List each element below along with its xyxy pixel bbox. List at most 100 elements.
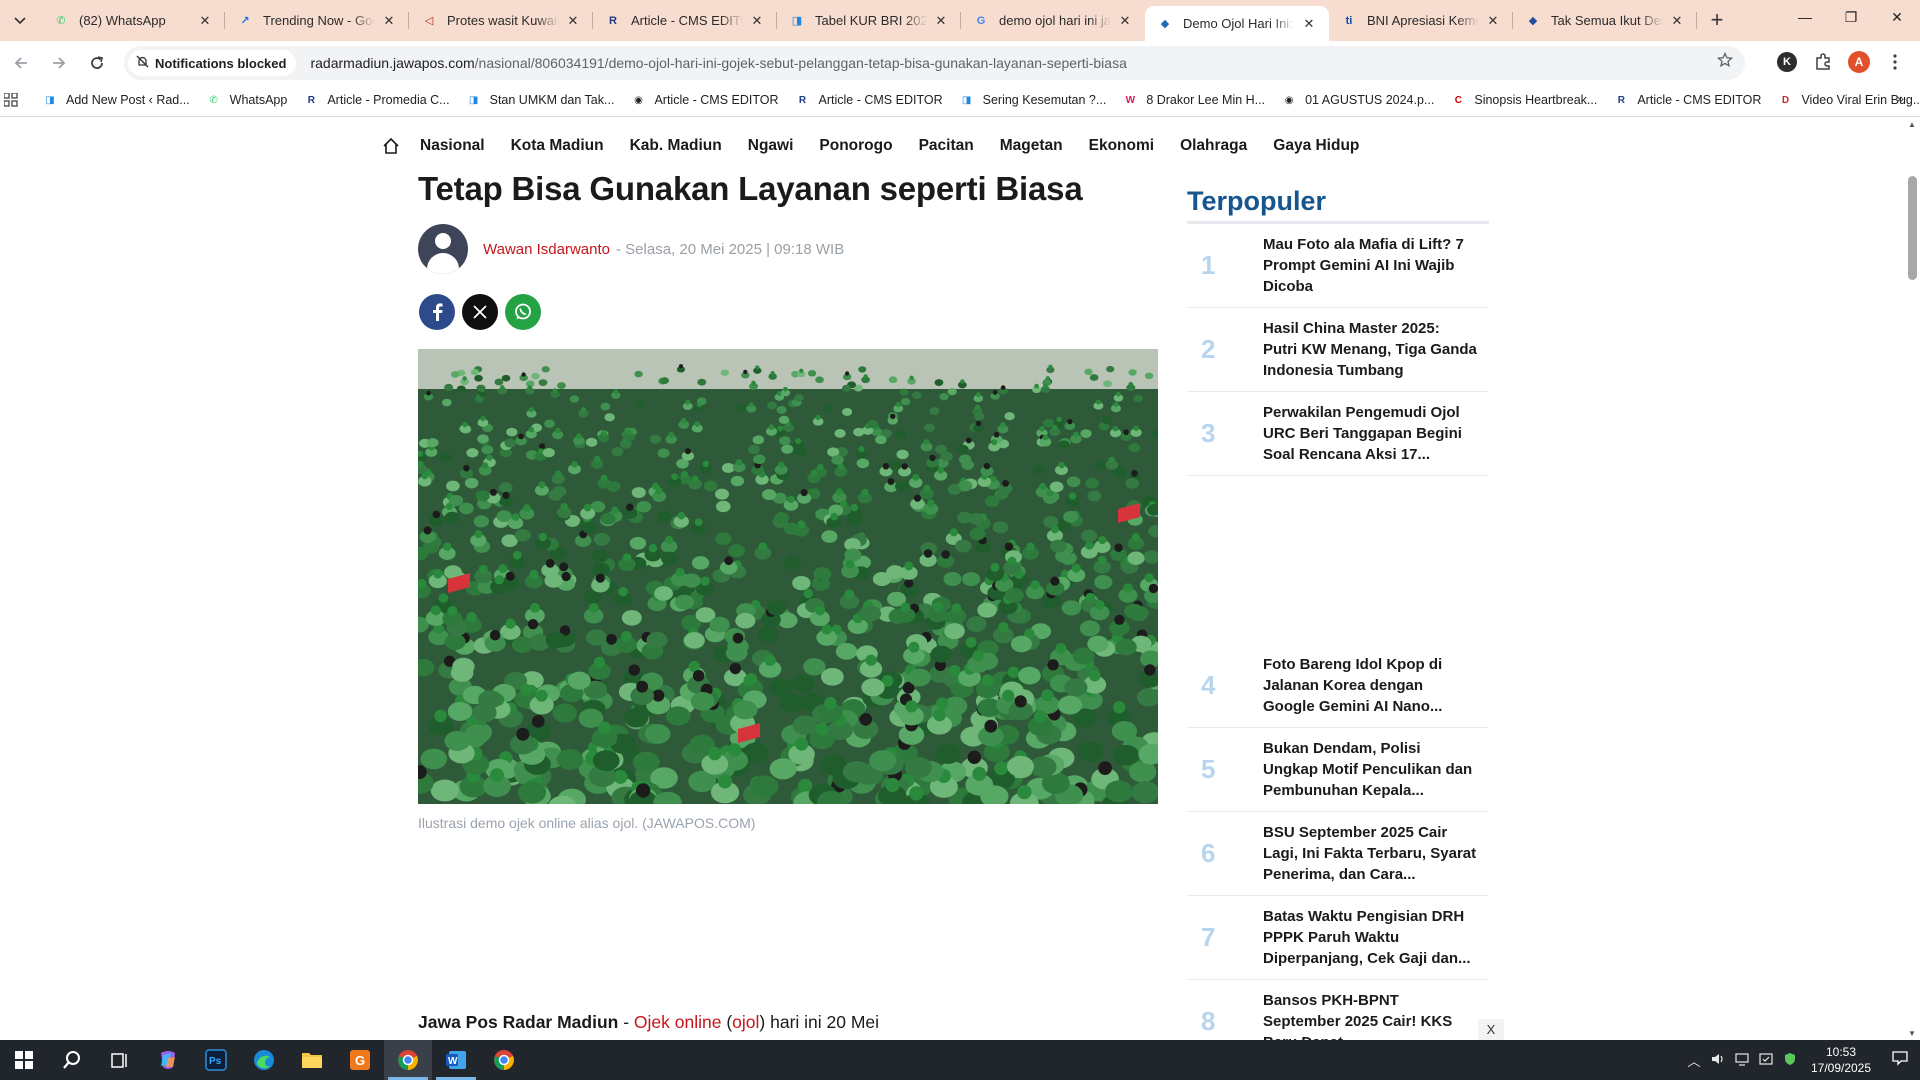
bookmark-star-icon[interactable] xyxy=(1716,51,1734,73)
network-icon[interactable] xyxy=(1730,1052,1754,1069)
more-bookmarks-chevron-icon[interactable]: » xyxy=(1896,90,1904,106)
popular-headline-link[interactable]: Bansos PKH-BPNT September 2025 Cair! KKS… xyxy=(1263,990,1477,1040)
bookmark-item[interactable]: R Article - CMS EDITOR xyxy=(1605,86,1769,114)
volume-icon[interactable] xyxy=(1706,1052,1730,1069)
back-button[interactable] xyxy=(4,46,38,80)
new-tab-button[interactable]: + xyxy=(1703,7,1731,35)
nav-link-magetan[interactable]: Magetan xyxy=(1000,137,1063,155)
browser-tab[interactable]: ◁ Protes wasit Kuwait di ✕ xyxy=(409,0,593,41)
bookmark-item[interactable]: W 8 Drakor Lee Min H... xyxy=(1114,86,1273,114)
x-share-button[interactable] xyxy=(462,294,498,330)
minimize-button[interactable]: — xyxy=(1782,0,1828,34)
extensions-button[interactable] xyxy=(1806,45,1840,79)
home-icon[interactable] xyxy=(380,135,402,157)
browser-tab[interactable]: R Article - CMS EDITOR ✕ xyxy=(593,0,777,41)
start-button[interactable] xyxy=(0,1040,48,1080)
battery-saver-icon[interactable] xyxy=(1754,1052,1778,1069)
page-scrollbar[interactable]: ▲ ▼ xyxy=(1905,118,1920,1040)
nav-link-olahraga[interactable]: Olahraga xyxy=(1180,137,1247,155)
scroll-up-arrow-icon[interactable]: ▲ xyxy=(1908,120,1916,129)
popular-item[interactable]: 1 Mau Foto ala Mafia di Lift? 7 Prompt Ge… xyxy=(1187,224,1489,308)
copilot-taskbar-icon[interactable] xyxy=(144,1040,192,1080)
tab-close-icon[interactable]: ✕ xyxy=(197,13,213,29)
bookmark-item[interactable]: ◨ Stan UMKM dan Tak... xyxy=(458,86,623,114)
file-explorer-taskbar-icon[interactable] xyxy=(288,1040,336,1080)
bookmark-item[interactable]: ◨ Add New Post ‹ Rad... xyxy=(34,86,198,114)
tab-close-icon[interactable]: ✕ xyxy=(381,13,397,29)
browser-tab[interactable]: ↗ Trending Now - Google Trends ✕ xyxy=(225,0,409,41)
scrollbar-thumb[interactable] xyxy=(1908,176,1917,280)
tab-close-icon[interactable]: ✕ xyxy=(1669,13,1685,29)
nav-link-nasional[interactable]: Nasional xyxy=(420,137,485,155)
tab-search-button[interactable] xyxy=(7,8,33,34)
browser-tab-active[interactable]: ◆ Demo Ojol Hari Ini: Go ✕ xyxy=(1145,6,1329,41)
tab-close-icon[interactable]: ✕ xyxy=(749,13,765,29)
ojek-online-link[interactable]: Ojek online xyxy=(634,1012,722,1032)
popular-headline-link[interactable]: Mau Foto ala Mafia di Lift? 7 Prompt Gem… xyxy=(1263,234,1477,297)
nav-link-ekonomi[interactable]: Ekonomi xyxy=(1089,137,1154,155)
taskbar-clock[interactable]: 10:53 17/09/2025 xyxy=(1802,1044,1880,1076)
word-taskbar-icon[interactable]: W xyxy=(432,1040,480,1080)
popular-headline-link[interactable]: Hasil China Master 2025: Putri KW Menang… xyxy=(1263,318,1477,381)
whatsapp-share-button[interactable] xyxy=(505,294,541,330)
task-view-button[interactable] xyxy=(96,1040,144,1080)
nav-link-gaya-hidup[interactable]: Gaya Hidup xyxy=(1273,137,1359,155)
ad-close-button[interactable]: X xyxy=(1478,1019,1504,1040)
extension-k-button[interactable]: K xyxy=(1770,45,1804,79)
tab-close-icon[interactable]: ✕ xyxy=(1485,13,1501,29)
restore-button[interactable]: ❐ xyxy=(1828,0,1874,34)
tab-close-icon[interactable]: ✕ xyxy=(933,13,949,29)
author-name-link[interactable]: Wawan Isdarwanto xyxy=(483,241,610,258)
popular-item[interactable]: 4 Foto Bareng Idol Kpop di Jalanan Korea … xyxy=(1187,644,1489,728)
bookmark-item[interactable]: R Article - CMS EDITOR xyxy=(787,86,951,114)
tab-close-icon[interactable]: ✕ xyxy=(1301,16,1317,32)
popular-headline-link[interactable]: Foto Bareng Idol Kpop di Jalanan Korea d… xyxy=(1263,654,1477,717)
popular-item[interactable]: 8 Bansos PKH-BPNT September 2025 Cair! KK… xyxy=(1187,980,1489,1040)
tab-close-icon[interactable]: ✕ xyxy=(1117,13,1133,29)
tab-close-icon[interactable]: ✕ xyxy=(565,13,581,29)
nav-link-kota-madiun[interactable]: Kota Madiun xyxy=(511,137,604,155)
popular-item[interactable]: 7 Batas Waktu Pengisian DRH PPPK Paruh Wa… xyxy=(1187,896,1489,980)
popular-item[interactable]: 2 Hasil China Master 2025: Putri KW Menan… xyxy=(1187,308,1489,392)
forward-button[interactable] xyxy=(42,46,76,80)
close-window-button[interactable]: ✕ xyxy=(1874,0,1920,34)
chrome-taskbar-icon[interactable] xyxy=(480,1040,528,1080)
browser-tab[interactable]: ◨ Tabel KUR BRI 2025 Pl ✕ xyxy=(777,0,961,41)
notification-center-button[interactable] xyxy=(1880,1050,1920,1070)
edge-taskbar-icon[interactable] xyxy=(240,1040,288,1080)
popular-headline-link[interactable]: BSU September 2025 Cair Lagi, Ini Fakta … xyxy=(1263,822,1477,885)
browser-tab[interactable]: Gdemo ojol hari ini jawa ✕ xyxy=(961,0,1145,41)
author-avatar[interactable] xyxy=(418,224,468,274)
bookmark-item[interactable]: C Sinopsis Heartbreak... xyxy=(1442,86,1605,114)
url-text[interactable]: radarmadiun.jawapos.com/nasional/8060341… xyxy=(310,55,1126,71)
popular-item[interactable]: 3 Perwakilan Pengemudi Ojol URC Beri Tang… xyxy=(1187,392,1489,476)
tray-chevron-up-icon[interactable]: ︿ xyxy=(1682,1051,1706,1070)
bookmark-item[interactable]: ◨ Sering Kesemutan ?... xyxy=(951,86,1115,114)
bookmark-item[interactable]: R Article - Promedia C... xyxy=(295,86,457,114)
apps-grid-icon[interactable] xyxy=(4,86,18,114)
popular-item[interactable]: 6 BSU September 2025 Cair Lagi, Ini Fakta… xyxy=(1187,812,1489,896)
search-button[interactable] xyxy=(48,1040,96,1080)
popular-headline-link[interactable]: Perwakilan Pengemudi Ojol URC Beri Tangg… xyxy=(1263,402,1477,465)
browser-tab[interactable]: ti BNI Apresiasi Kemenk ✕ xyxy=(1329,0,1513,41)
facebook-share-button[interactable] xyxy=(419,294,455,330)
popular-item[interactable]: 5 Bukan Dendam, Polisi Ungkap Motif Pencu… xyxy=(1187,728,1489,812)
app-g-taskbar-icon[interactable]: G xyxy=(336,1040,384,1080)
reload-button[interactable] xyxy=(80,46,114,80)
address-bar[interactable]: Notifications blocked radarmadiun.jawapo… xyxy=(124,46,1745,80)
security-shield-icon[interactable] xyxy=(1778,1052,1802,1069)
bookmark-item[interactable]: ◉ 01 AGUSTUS 2024.p... xyxy=(1273,86,1442,114)
nav-link-kab-madiun[interactable]: Kab. Madiun xyxy=(630,137,722,155)
profile-button[interactable]: A xyxy=(1842,45,1876,79)
scroll-down-arrow-icon[interactable]: ▼ xyxy=(1908,1029,1916,1038)
browser-menu-button[interactable] xyxy=(1878,45,1912,79)
photoshop-taskbar-icon[interactable]: Ps xyxy=(192,1040,240,1080)
nav-link-ngawi[interactable]: Ngawi xyxy=(748,137,794,155)
bookmark-item[interactable]: ◉ Article - CMS EDITOR xyxy=(622,86,786,114)
ojol-link[interactable]: ojol xyxy=(732,1012,759,1032)
browser-tab[interactable]: ✆ (82) WhatsApp ✕ xyxy=(41,0,225,41)
popular-headline-link[interactable]: Bukan Dendam, Polisi Ungkap Motif Pencul… xyxy=(1263,738,1477,801)
browser-tab[interactable]: ◆ Tak Semua Ikut Demo ✕ xyxy=(1513,0,1697,41)
bookmark-item[interactable]: ✆ WhatsApp xyxy=(198,86,296,114)
notifications-blocked-chip[interactable]: Notifications blocked xyxy=(128,50,297,76)
